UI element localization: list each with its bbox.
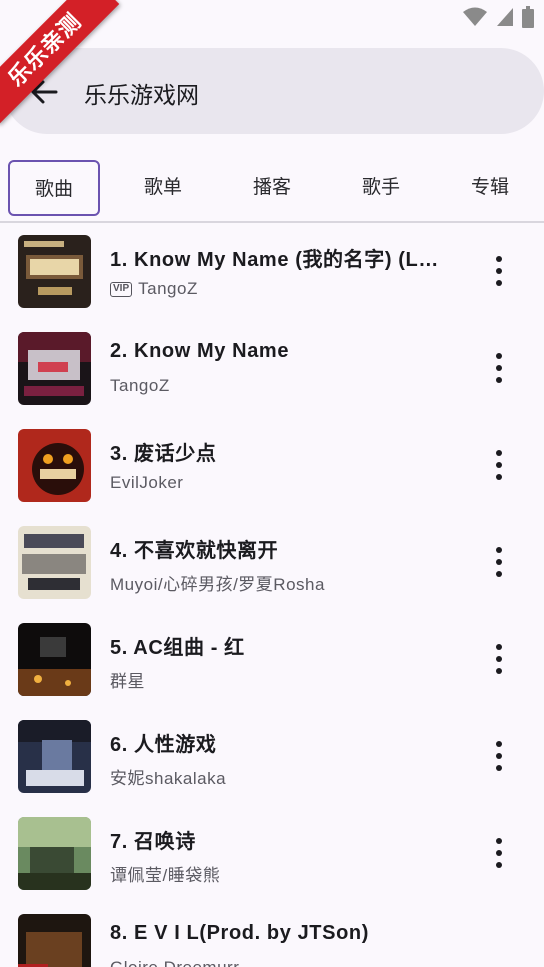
song-artist: EvilJoker (110, 473, 184, 492)
song-meta: VIP TangoZ (110, 279, 198, 299)
song-row[interactable]: 3. 废话少点 EvilJoker (0, 417, 544, 514)
wifi-icon (463, 7, 487, 26)
song-row[interactable]: 1. Know My Name (我的名字) (L… VIP TangoZ (0, 223, 544, 320)
ribbon-text: 乐乐亲测 (0, 0, 120, 125)
tab-artists[interactable]: 歌手 (335, 160, 427, 216)
corner-ribbon: 乐乐亲测 (0, 0, 130, 130)
battery-icon (522, 6, 534, 28)
signal-icon (497, 8, 513, 26)
song-meta: 谭佩莹/睡袋熊 (110, 861, 220, 886)
song-artist: 谭佩莹/睡袋熊 (110, 866, 221, 885)
album-cover (18, 526, 91, 599)
song-title: 2. Know My Name (110, 340, 290, 362)
song-title: 3. 废话少点 (110, 443, 217, 465)
song-meta: TangoZ (110, 376, 170, 396)
song-title: 8. E V I L(Prod. by JTSon) (110, 922, 369, 944)
song-title: 7. 召唤诗 (110, 831, 196, 853)
vip-badge: VIP (110, 281, 133, 297)
tab-albums[interactable]: 专辑 (444, 160, 536, 216)
more-vert-icon[interactable] (486, 353, 512, 383)
album-cover (18, 720, 91, 793)
status-icons (462, 6, 534, 28)
song-meta: 安妮shakalaka (110, 764, 226, 789)
song-artist: TangoZ (138, 279, 198, 298)
more-vert-icon[interactable] (486, 450, 512, 480)
song-row[interactable]: 8. E V I L(Prod. by JTSon) Gloire Dreemu… (0, 902, 544, 967)
song-meta: Muyoi/心碎男孩/罗夏Rosha (110, 570, 325, 595)
more-vert-icon[interactable] (486, 741, 512, 771)
album-cover (18, 429, 91, 502)
more-vert-icon[interactable] (486, 644, 512, 674)
song-artist: 群星 (110, 672, 145, 691)
tab-podcasts[interactable]: 播客 (226, 160, 318, 216)
song-row[interactable]: 7. 召唤诗 谭佩莹/睡袋熊 (0, 805, 544, 902)
album-cover (18, 235, 91, 308)
more-vert-icon[interactable] (486, 838, 512, 868)
song-row[interactable]: 4. 不喜欢就快离开 Muyoi/心碎男孩/罗夏Rosha (0, 514, 544, 611)
song-row[interactable]: 6. 人性游戏 安妮shakalaka (0, 708, 544, 805)
song-meta: Gloire Dreemurr (110, 958, 239, 967)
song-title: 1. Know My Name (我的名字) (L… (110, 249, 439, 271)
app-screen: A 乐乐亲测 乐乐游戏网 歌曲 歌单 播客 歌手 专辑 (0, 0, 544, 967)
song-title: 6. 人性游戏 (110, 734, 217, 756)
song-row[interactable]: 2. Know My Name TangoZ (0, 320, 544, 417)
song-artist: 安妮shakalaka (110, 769, 227, 788)
album-cover (18, 332, 91, 405)
album-cover (18, 623, 91, 696)
tab-songs[interactable]: 歌曲 (8, 160, 100, 216)
song-title: 4. 不喜欢就快离开 (110, 540, 279, 562)
tab-bar: 歌曲 歌单 播客 歌手 专辑 (0, 158, 544, 222)
song-row[interactable]: 5. AC组曲 - 红 群星 (0, 611, 544, 708)
album-cover (18, 914, 91, 967)
album-cover (18, 817, 91, 890)
tab-playlists[interactable]: 歌单 (117, 160, 209, 216)
song-meta: EvilJoker (110, 473, 183, 493)
song-title: 5. AC组曲 - 红 (110, 637, 245, 659)
song-artist: Gloire Dreemurr (110, 958, 239, 967)
song-artist: TangoZ (110, 376, 170, 395)
more-vert-icon[interactable] (486, 256, 512, 286)
song-artist: Muyoi/心碎男孩/罗夏Rosha (110, 575, 325, 594)
more-vert-icon[interactable] (486, 547, 512, 577)
song-meta: 群星 (110, 667, 145, 692)
